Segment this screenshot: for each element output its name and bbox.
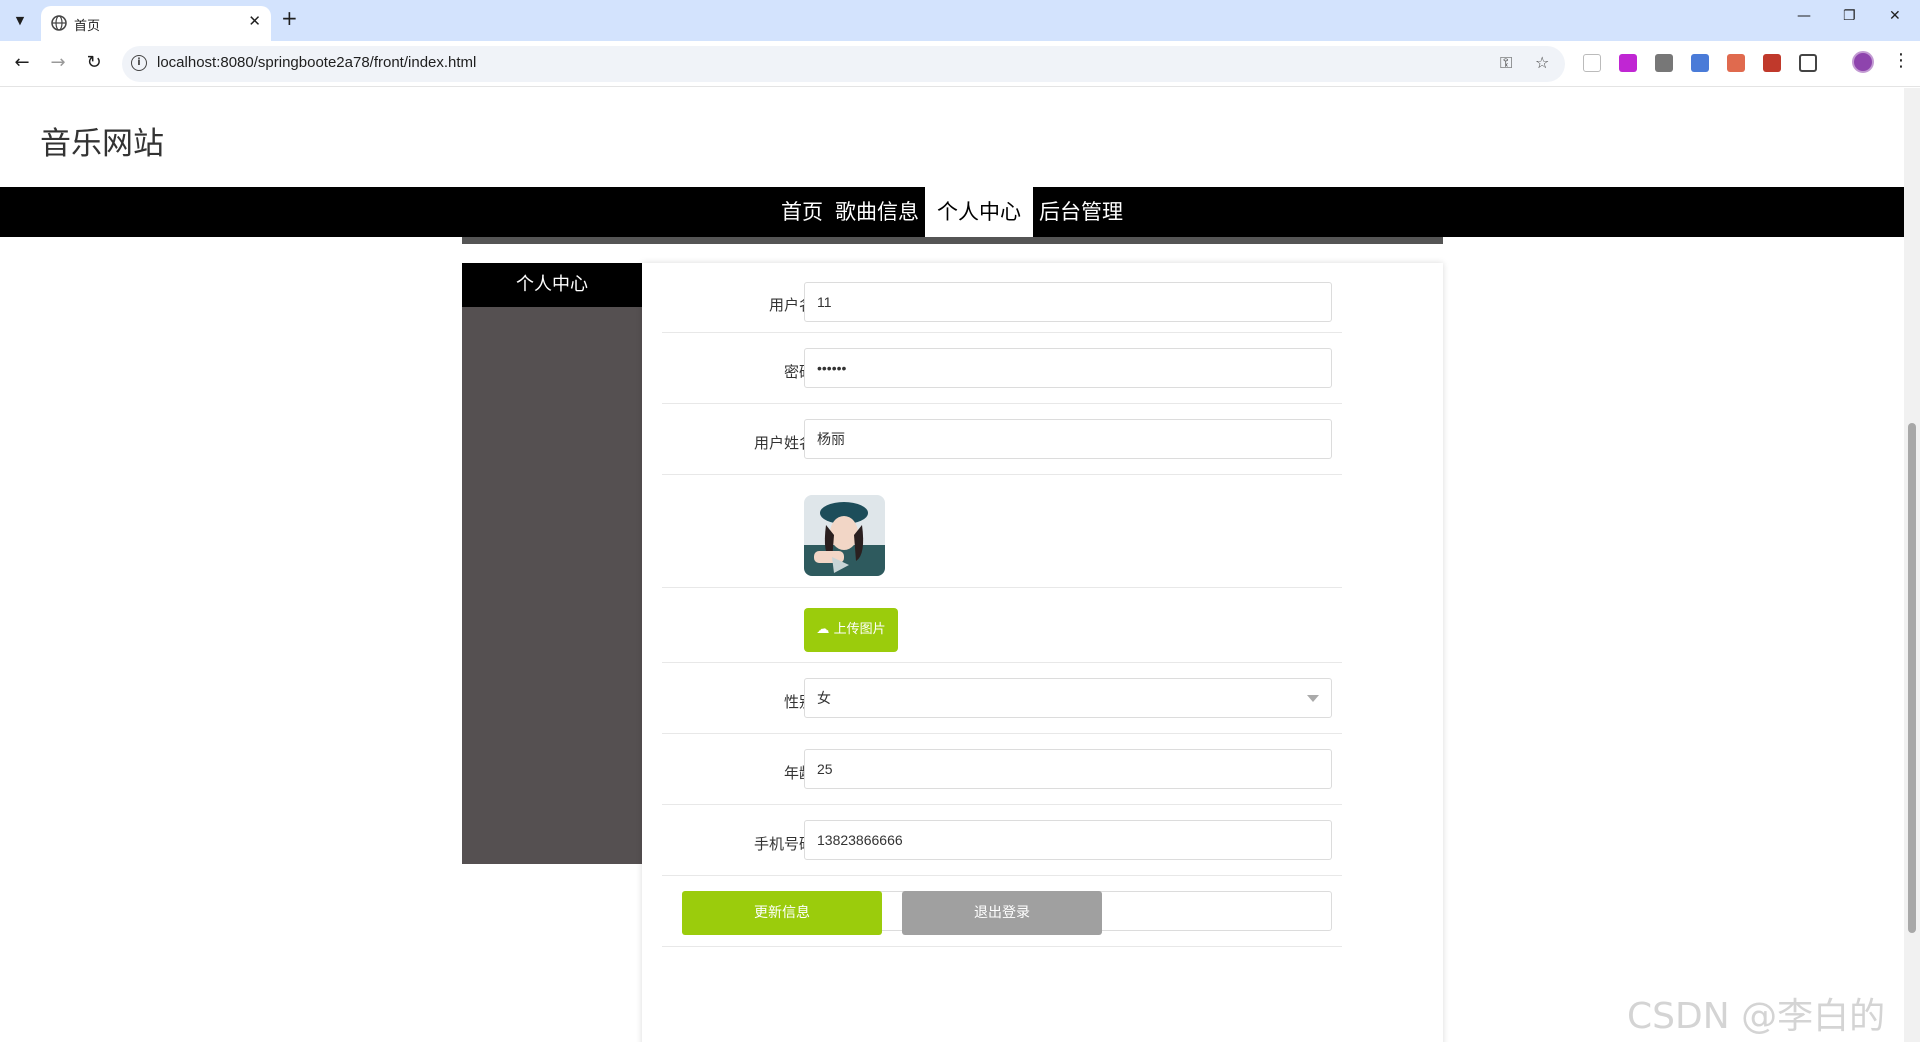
extension-orange-icon[interactable] [1727, 54, 1745, 72]
new-tab-icon[interactable]: + [281, 6, 298, 30]
window-close-icon[interactable]: ✕ [1889, 8, 1901, 24]
phone-label: 手机号码 [753, 835, 814, 853]
tab-search-icon[interactable]: ▼ [8, 8, 32, 32]
scrollbar-thumb[interactable] [1908, 423, 1916, 933]
extension-red-icon[interactable] [1763, 54, 1781, 72]
restore-icon[interactable]: ❐ [1843, 8, 1856, 24]
password-label: 密码 [783, 363, 814, 381]
row-phone: 手机号码 13823866666 [662, 805, 1342, 876]
row-gender: 性别 女 [662, 663, 1342, 734]
username-input[interactable]: 11 [804, 282, 1332, 322]
profile-avatar[interactable] [1852, 51, 1874, 73]
site-title: 音乐网站 [40, 126, 164, 162]
realname-input[interactable]: 杨丽 [804, 419, 1332, 459]
key-icon[interactable]: ⚿ [1500, 53, 1512, 73]
username-label: 用户名 [768, 296, 814, 314]
minimize-icon[interactable]: — [1797, 8, 1811, 24]
side-menu: 个人中心 [462, 263, 642, 864]
chevron-down-icon [1307, 695, 1319, 702]
row-password: 密码 •••••• [662, 333, 1342, 404]
gender-select[interactable]: 女 [804, 678, 1332, 718]
nav-songs[interactable]: 歌曲信息 [829, 187, 925, 237]
cloud-upload-icon: ☁ [816, 622, 830, 637]
csdn-watermark: CSDN @李白的粉 [1627, 996, 1886, 1037]
update-info-button[interactable]: 更新信息 [682, 891, 882, 935]
tab-title: 首页 [74, 19, 101, 34]
back-icon[interactable]: ← [10, 52, 34, 73]
bookmark-star-icon[interactable]: ☆ [1535, 53, 1549, 72]
browser-tab[interactable]: 首页 ✕ [41, 6, 271, 41]
upload-image-button[interactable]: ☁ 上传图片 [804, 608, 898, 652]
nav-home[interactable]: 首页 [775, 187, 829, 237]
browser-toolbar: ← → ↻ i localhost:8080/springboote2a78/f… [0, 41, 1920, 87]
forward-icon[interactable]: → [46, 52, 70, 73]
extensions-puzzle-icon[interactable] [1799, 54, 1817, 72]
row-avatar [662, 475, 1342, 588]
realname-label: 用户姓名 [753, 434, 814, 452]
more-menu-icon[interactable]: ⋮ [1892, 50, 1910, 71]
nav-personal-center[interactable]: 个人中心 [925, 187, 1033, 237]
nav-underbar [462, 237, 1443, 244]
password-input[interactable]: •••••• [804, 348, 1332, 388]
row-username: 用户名 11 [662, 273, 1342, 333]
site-info-icon[interactable]: i [131, 55, 147, 71]
extension-cursor-icon[interactable] [1583, 54, 1601, 72]
tab-close-icon[interactable]: ✕ [248, 12, 261, 30]
side-menu-title[interactable]: 个人中心 [462, 263, 642, 307]
page-viewport: 音乐网站 首页 歌曲信息 个人中心 后台管理 个人中心 用户名 11 密码 ••… [0, 88, 1904, 1042]
age-input[interactable]: 25 [804, 749, 1332, 789]
gender-label: 性别 [783, 693, 814, 711]
main-navbar: 首页 歌曲信息 个人中心 后台管理 [0, 187, 1904, 237]
user-avatar-image [804, 495, 885, 576]
page-scrollbar[interactable] [1904, 88, 1920, 1042]
logout-button[interactable]: 退出登录 [902, 891, 1102, 935]
url-text[interactable]: localhost:8080/springboote2a78/front/ind… [157, 54, 476, 71]
extension-blue-icon[interactable] [1691, 54, 1709, 72]
age-label: 年龄 [783, 764, 814, 782]
row-realname: 用户姓名 杨丽 [662, 404, 1342, 475]
extension-purple-icon[interactable] [1619, 54, 1637, 72]
extension-gray-icon[interactable] [1655, 54, 1673, 72]
address-bar[interactable]: i localhost:8080/springboote2a78/front/i… [122, 46, 1565, 82]
gender-selected-value: 女 [817, 690, 831, 706]
row-upload: ☁ 上传图片 [662, 588, 1342, 663]
upload-button-label: 上传图片 [833, 622, 886, 637]
row-age: 年龄 25 [662, 734, 1342, 805]
phone-input[interactable]: 13823866666 [804, 820, 1332, 860]
reload-icon[interactable]: ↻ [82, 52, 106, 73]
nav-admin[interactable]: 后台管理 [1033, 187, 1129, 237]
globe-icon [51, 15, 67, 31]
browser-tab-bar: ▼ 首页 ✕ + — ❐ ✕ [0, 0, 1920, 41]
